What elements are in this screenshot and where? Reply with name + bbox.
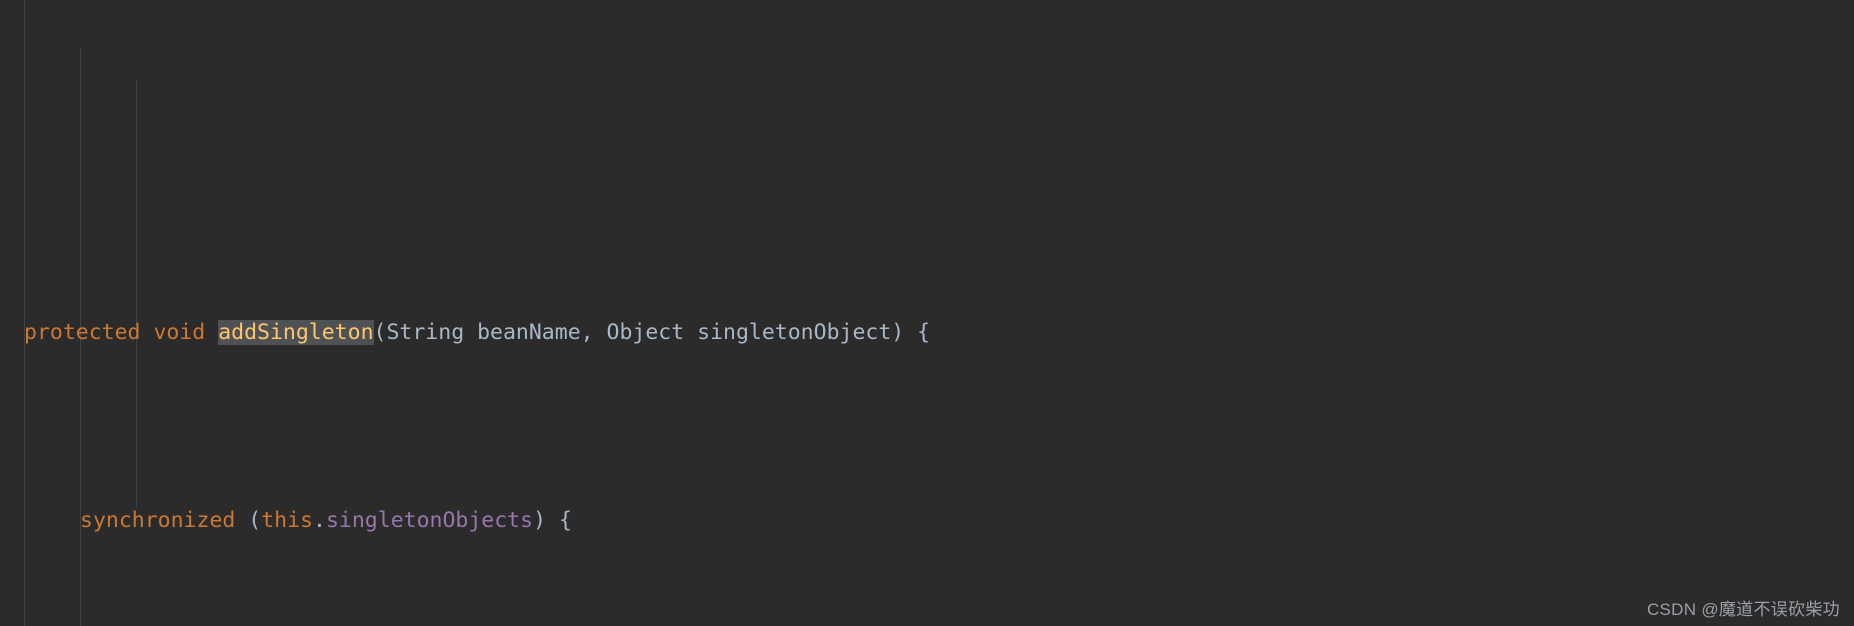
- csdn-watermark: CSDN @魔道不误砍柴功: [1646, 600, 1840, 619]
- dot-sync: .: [313, 507, 326, 533]
- code-content[interactable]: protected void addSingleton(String beanN…: [0, 0, 1854, 626]
- method-parameter-list: (String beanName, Object singletonObject…: [373, 320, 931, 345]
- keyword-protected: protected: [24, 320, 141, 345]
- code-line-partial: [0, 150, 1854, 164]
- space-2: [205, 320, 218, 345]
- keyword-void: void: [153, 320, 206, 345]
- code-editor[interactable]: protected void addSingleton(String beanN…: [0, 0, 1854, 626]
- method-name-addsingleton[interactable]: addSingleton: [218, 320, 374, 345]
- keyword-this-sync: this: [261, 507, 314, 533]
- keyword-synchronized: synchronized: [80, 507, 236, 533]
- code-line-synchronized: synchronized (this.singletonObjects) {: [0, 502, 1854, 540]
- space-1: [141, 320, 154, 345]
- paren-close-sync: ) {: [533, 507, 572, 533]
- code-line-method-signature: protected void addSingleton(String beanN…: [0, 314, 1854, 352]
- paren-open-sync: (: [235, 507, 262, 533]
- field-singletonobjects-sync: singletonObjects: [325, 507, 534, 533]
